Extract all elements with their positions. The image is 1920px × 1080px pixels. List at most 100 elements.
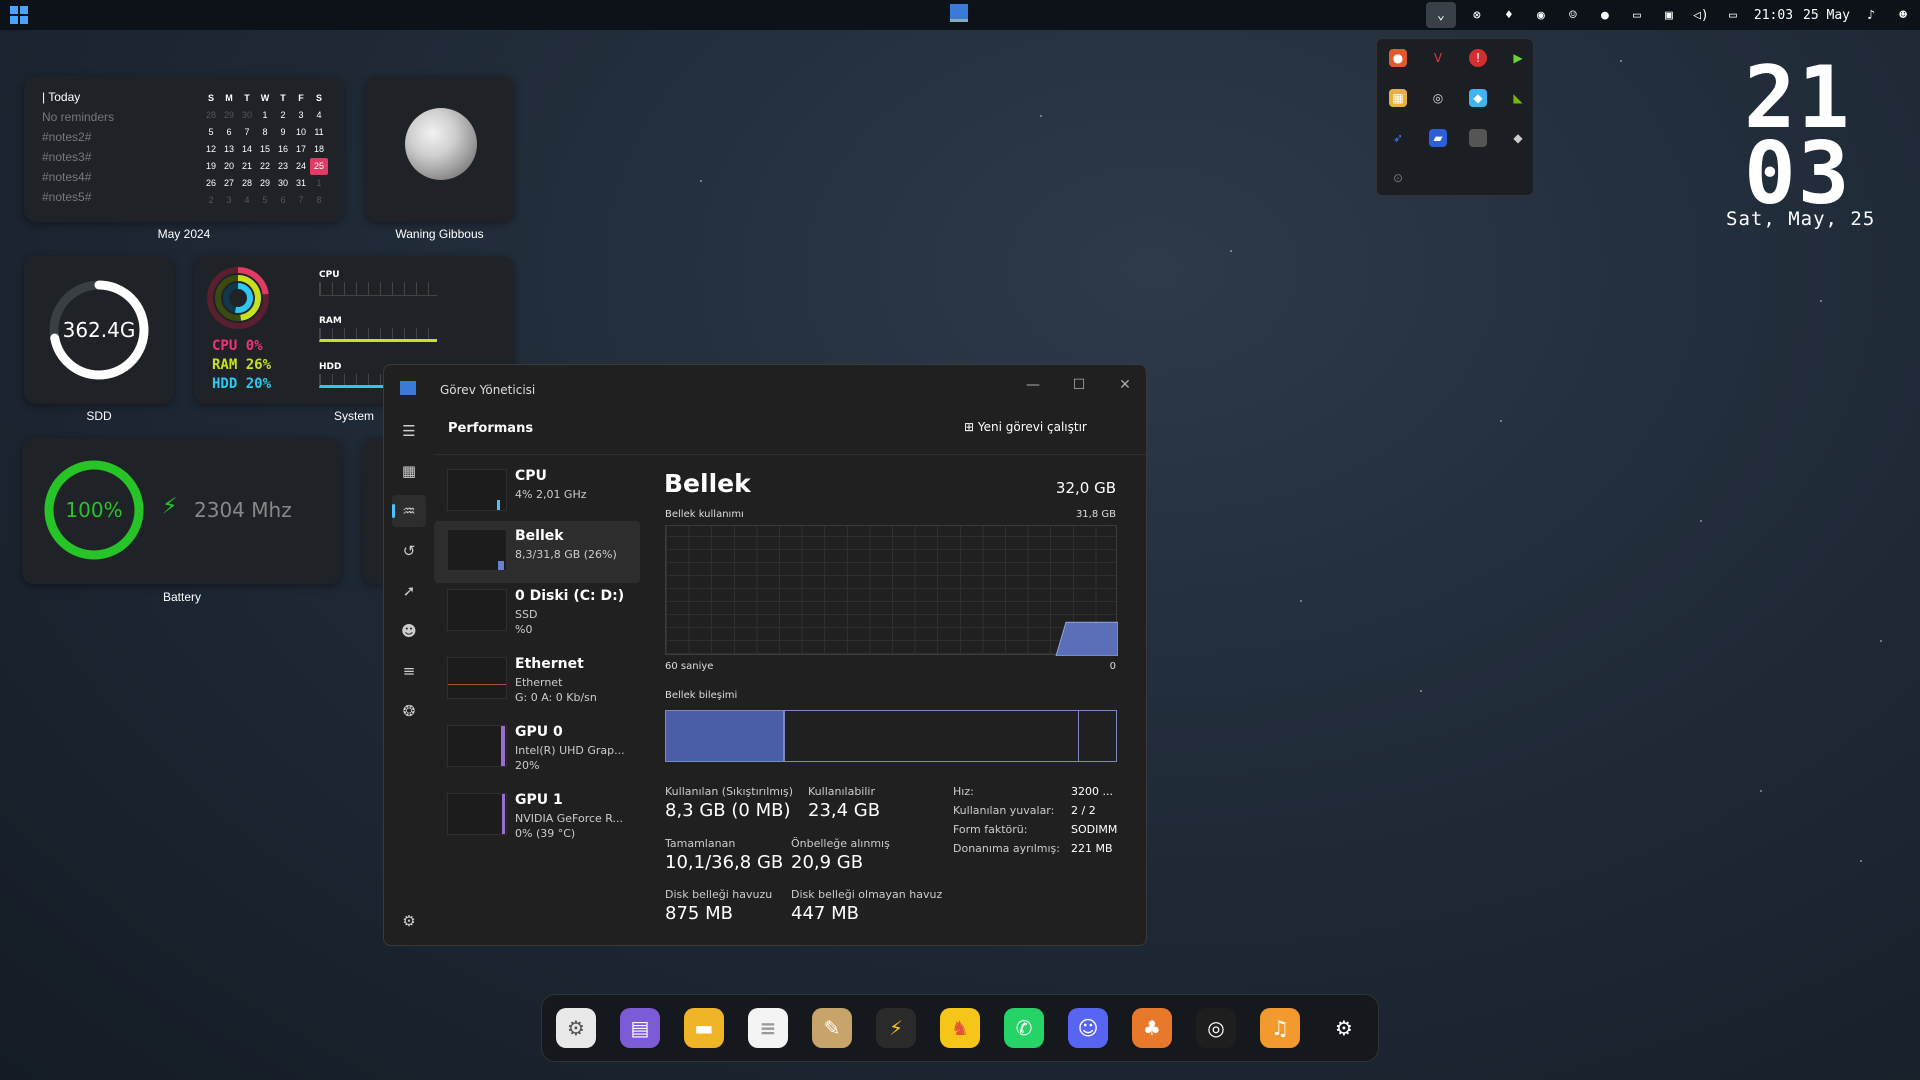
calendar-day[interactable]: 28: [202, 107, 220, 124]
calendar-day[interactable]: 12: [202, 141, 220, 158]
calendar-day[interactable]: 16: [274, 141, 292, 158]
volume-icon[interactable]: ◁): [1690, 4, 1712, 26]
calendar-day[interactable]: 28: [238, 175, 256, 192]
alert-tray-icon[interactable]: !: [1469, 49, 1487, 67]
close-button[interactable]: ✕: [1102, 373, 1146, 397]
startup-apps-icon[interactable]: ➚: [392, 575, 426, 607]
details-icon[interactable]: ≡: [392, 655, 426, 687]
ssd-widget[interactable]: 362.4G: [24, 256, 174, 404]
palette-tray-icon[interactable]: ▦: [1389, 89, 1407, 107]
hamburger-menu-icon[interactable]: ☰: [392, 415, 426, 447]
calendar-day[interactable]: 2: [274, 107, 292, 124]
minimize-button[interactable]: —: [1010, 373, 1056, 397]
calendar-day[interactable]: 21: [238, 158, 256, 175]
settings-app-icon[interactable]: ⚙: [556, 1008, 596, 1048]
diamond-tray-icon[interactable]: ◆: [1509, 129, 1527, 147]
rocket-tray-icon[interactable]: ➶: [1389, 129, 1407, 147]
app-history-icon[interactable]: ↺: [392, 535, 426, 567]
clock-time[interactable]: 21:03: [1754, 8, 1793, 23]
calendar-day[interactable]: 1: [256, 107, 274, 124]
cloud-tray-icon[interactable]: ◆: [1469, 89, 1487, 107]
calendar-day[interactable]: 2: [202, 192, 220, 209]
circle-tray-icon[interactable]: ⊙: [1389, 169, 1407, 187]
app-icon[interactable]: ●: [1594, 4, 1616, 26]
calendar-day[interactable]: 18: [310, 141, 328, 158]
brave-app-icon[interactable]: ♞: [940, 1008, 980, 1048]
calendar-day[interactable]: 1: [310, 175, 328, 192]
bell-icon[interactable]: ♪: [1860, 4, 1882, 26]
battery-widget[interactable]: 100% ⚡ 2304 Mhz: [22, 438, 342, 584]
calendar-day[interactable]: 17: [292, 141, 310, 158]
moon-widget[interactable]: [365, 76, 514, 222]
calendar-day[interactable]: 20: [220, 158, 238, 175]
windows-logo-icon[interactable]: [10, 6, 28, 24]
perf-item-memory[interactable]: Bellek 8,3/31,8 GB (26%): [434, 521, 640, 583]
clock-date[interactable]: 25 May: [1803, 8, 1850, 23]
camera-tray-icon[interactable]: ◎: [1429, 89, 1447, 107]
user-icon[interactable]: ☻: [1892, 4, 1914, 26]
calendar-day[interactable]: 8: [256, 124, 274, 141]
calendar-day[interactable]: 5: [202, 124, 220, 141]
calendar-widget[interactable]: | Today No reminders #notes2# #notes3# #…: [24, 76, 344, 222]
calendar-day[interactable]: 7: [292, 192, 310, 209]
calendar-day[interactable]: 6: [220, 124, 238, 141]
store-app-icon[interactable]: ▤: [620, 1008, 660, 1048]
calendar-day[interactable]: 31: [292, 175, 310, 192]
calendar-day[interactable]: 9: [274, 124, 292, 141]
steam-app-icon[interactable]: ⚙: [1324, 1008, 1364, 1048]
terminal-app-icon[interactable]: ⚡: [876, 1008, 916, 1048]
calendar-day[interactable]: 27: [220, 175, 238, 192]
battery-icon[interactable]: ▭: [1722, 4, 1744, 26]
calendar-day[interactable]: 7: [238, 124, 256, 141]
perf-item-disk[interactable]: 0 Diski (C: D:) SSD %0: [434, 581, 640, 643]
calendar-day[interactable]: 4: [310, 107, 328, 124]
files-app-icon[interactable]: ▬: [684, 1008, 724, 1048]
vivaldi-tray-icon[interactable]: V: [1429, 49, 1447, 67]
fox-app-icon[interactable]: ♣: [1132, 1008, 1172, 1048]
calendar-day[interactable]: 30: [238, 107, 256, 124]
calendar-day[interactable]: 29: [256, 175, 274, 192]
run-new-task-button[interactable]: ⊞ Yeni görevi çalıştır: [964, 420, 1087, 434]
network-icon[interactable]: ▭: [1626, 4, 1648, 26]
users-icon[interactable]: ☻: [392, 615, 426, 647]
calendar-day[interactable]: 19: [202, 158, 220, 175]
perf-item-ethernet[interactable]: Ethernet Ethernet G: 0 A: 0 Kb/sn: [434, 649, 640, 711]
calendar-day[interactable]: 22: [256, 158, 274, 175]
calendar-day[interactable]: 26: [202, 175, 220, 192]
headphones-app-icon[interactable]: ♫: [1260, 1008, 1300, 1048]
processes-icon[interactable]: ▦: [392, 455, 426, 487]
box-tray-icon[interactable]: [1469, 129, 1487, 147]
calendar-day[interactable]: 29: [220, 107, 238, 124]
whatsapp-app-icon[interactable]: ✆: [1004, 1008, 1044, 1048]
calendar-day[interactable]: 10: [292, 124, 310, 141]
notes-app-icon[interactable]: ≡: [748, 1008, 788, 1048]
display-tray-icon[interactable]: ▰: [1429, 129, 1447, 147]
calendar-day[interactable]: 4: [238, 192, 256, 209]
perf-item-gpu1[interactable]: GPU 1 NVIDIA GeForce R... 0% (39 °C): [434, 785, 640, 847]
obs-app-icon[interactable]: ◎: [1196, 1008, 1236, 1048]
play-tray-icon[interactable]: ▶: [1509, 49, 1527, 67]
performance-icon[interactable]: ♒: [392, 495, 426, 527]
calendar-day[interactable]: 3: [220, 192, 238, 209]
calendar-today[interactable]: 25: [310, 158, 328, 175]
xbox-icon[interactable]: ⊗: [1466, 4, 1488, 26]
drop-icon[interactable]: ♦: [1498, 4, 1520, 26]
display-icon[interactable]: ▣: [1658, 4, 1680, 26]
steam-icon[interactable]: ◉: [1530, 4, 1552, 26]
calendar-day[interactable]: 8: [310, 192, 328, 209]
calendar-day[interactable]: 6: [274, 192, 292, 209]
task-manager-taskbar-icon[interactable]: [950, 4, 968, 22]
nvidia-tray-icon[interactable]: ◣: [1509, 89, 1527, 107]
calendar-day[interactable]: 14: [238, 141, 256, 158]
calendar-day[interactable]: 5: [256, 192, 274, 209]
paint-app-icon[interactable]: ✎: [812, 1008, 852, 1048]
calendar-day[interactable]: 11: [310, 124, 328, 141]
settings-icon[interactable]: ⚙: [392, 905, 426, 937]
calendar-day[interactable]: 30: [274, 175, 292, 192]
calendar-day[interactable]: 3: [292, 107, 310, 124]
chevron-up-icon[interactable]: ⌄: [1425, 2, 1456, 28]
app-tray-icon[interactable]: ●: [1389, 49, 1407, 67]
calendar-day[interactable]: 13: [220, 141, 238, 158]
maximize-button[interactable]: ☐: [1056, 373, 1102, 397]
calendar-day[interactable]: 15: [256, 141, 274, 158]
